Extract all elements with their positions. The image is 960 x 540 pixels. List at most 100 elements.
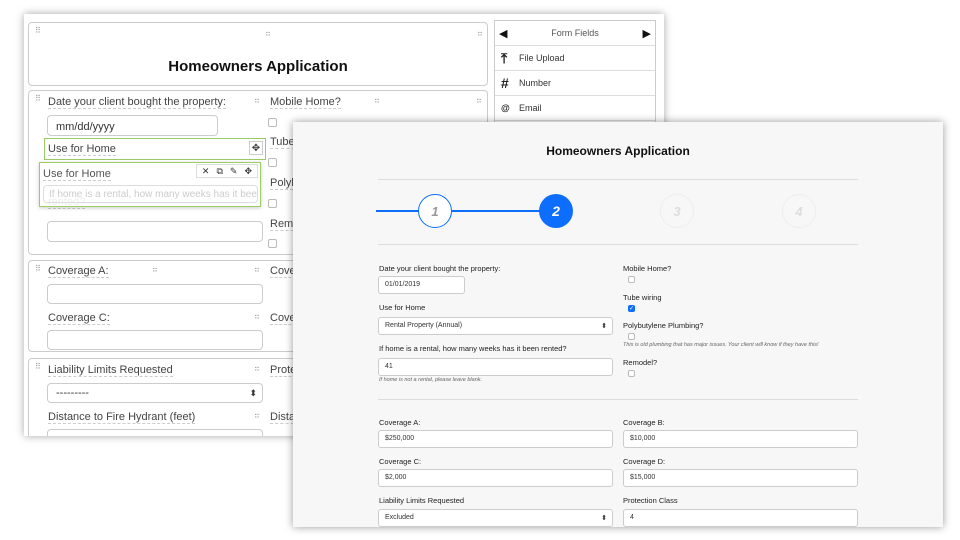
panel-header: ◀ Form Fields ▶: [495, 21, 655, 46]
field-file-upload[interactable]: ⤒ File Upload: [495, 46, 655, 71]
drag-handle-icon[interactable]: ⠶: [254, 411, 260, 420]
coverage-a-input[interactable]: [47, 284, 263, 304]
move-icon[interactable]: ✥: [249, 141, 263, 155]
poly-checkbox[interactable]: [628, 333, 635, 340]
protection-label: Protection Class: [623, 496, 678, 505]
coverage-d-label[interactable]: Cove: [270, 312, 296, 325]
drag-label: Use for Home: [43, 168, 111, 181]
coverage-d-input[interactable]: $15,000: [623, 469, 858, 487]
field-label: File Upload: [519, 53, 565, 63]
remodel-label: Remodel?: [623, 358, 658, 367]
drag-handle-icon[interactable]: ⠶: [254, 312, 260, 321]
mobile-label: Mobile Home?: [623, 264, 672, 273]
use-label: Use for Home: [379, 303, 426, 312]
date-input[interactable]: 01/01/2019: [378, 276, 465, 294]
coverage-b-input[interactable]: $10,000: [623, 430, 858, 448]
poly-label: Polybutylene Plumbing?: [623, 321, 704, 330]
coverage-d-label: Coverage D:: [623, 457, 666, 466]
coverage-a-label: Coverage A:: [379, 418, 421, 427]
title-block[interactable]: ⠿ ⠶ ⠶ Homeowners Application: [28, 22, 488, 86]
hydrant-input[interactable]: [47, 429, 263, 436]
mobile-checkbox[interactable]: [628, 276, 635, 283]
step-3[interactable]: 3: [660, 194, 694, 228]
liability-label: Liability Limits Requested: [379, 496, 465, 505]
use-value: Rental Property (Annual): [385, 322, 463, 329]
coverage-a-input[interactable]: $250,000: [378, 430, 613, 448]
dragged-field[interactable]: Use for Home ✕ ⧉ ✎ ✥ If home is a rental, h…: [39, 162, 261, 207]
builder-title: Homeowners Application: [168, 58, 348, 75]
select-arrow-icon: ⬍: [601, 323, 607, 330]
rental-help: If home is not a rental, please leave bl…: [379, 377, 483, 383]
drag-handle-icon[interactable]: ⠶: [476, 96, 482, 105]
field-label: Number: [519, 78, 552, 88]
coverage-b-label[interactable]: Cove: [270, 265, 296, 278]
liability-value: Excluded: [385, 514, 414, 521]
poly-checkbox[interactable]: [268, 199, 277, 208]
step-2-current[interactable]: 2: [539, 194, 573, 228]
prev-arrow-icon[interactable]: ◀: [499, 27, 507, 40]
delete-icon[interactable]: ✕: [202, 166, 210, 177]
select-arrow-icon: ⬍: [249, 388, 257, 398]
coverage-c-input[interactable]: [47, 330, 263, 350]
next-arrow-icon[interactable]: ▶: [643, 27, 651, 40]
date-label[interactable]: Date your client bought the property:: [48, 96, 226, 109]
coverage-b-label: Coverage B:: [623, 418, 665, 427]
field-label: Email: [519, 103, 542, 113]
date-input[interactable]: mm/dd/yyyy: [47, 115, 218, 136]
form-title: Homeowners Application: [546, 144, 690, 158]
move-icon[interactable]: ✥: [244, 166, 252, 177]
hydrant-label[interactable]: Distance to Fire Hydrant (feet): [48, 411, 196, 424]
mobile-checkbox[interactable]: [268, 118, 277, 127]
coverage-c-input[interactable]: $2,000: [378, 469, 613, 487]
coverage-c-label[interactable]: Coverage C:: [48, 312, 110, 325]
drag-handle-icon[interactable]: ⠿: [35, 26, 41, 35]
field-number[interactable]: # Number: [495, 71, 655, 96]
drag-handle-icon[interactable]: ⠶: [477, 29, 483, 38]
rental-input[interactable]: 41: [378, 358, 613, 376]
field-email[interactable]: @ Email: [495, 96, 655, 121]
use-label: Use for Home: [48, 143, 116, 156]
drag-handle-icon[interactable]: ⠶: [265, 29, 271, 38]
at-icon: @: [501, 103, 510, 113]
upload-icon: ⤒: [501, 49, 508, 66]
divider: [378, 179, 858, 180]
tube-label: Tube wiring: [623, 293, 662, 302]
step-1[interactable]: 1: [418, 194, 452, 228]
mobile-label[interactable]: Mobile Home?: [270, 96, 341, 109]
drag-handle-icon[interactable]: ⠶: [254, 364, 260, 373]
step-4[interactable]: 4: [782, 194, 816, 228]
divider: [378, 244, 858, 245]
drag-handle-icon[interactable]: ⠶: [152, 265, 158, 274]
remodel-checkbox[interactable]: [628, 370, 635, 377]
rental-input[interactable]: [47, 221, 263, 242]
rental-label-ghost: If home is a rental, how many weeks has …: [43, 185, 258, 203]
liability-select[interactable]: Excluded ⬍: [378, 509, 613, 527]
drag-handle-icon[interactable]: ⠶: [254, 96, 260, 105]
liability-label[interactable]: Liability Limits Requested: [48, 364, 173, 377]
progress-line: [376, 210, 556, 212]
drag-handle-icon[interactable]: ⠿: [35, 362, 41, 371]
protection-input[interactable]: 4: [623, 509, 858, 527]
drag-handle-icon[interactable]: ⠿: [35, 264, 41, 273]
tube-checkbox-checked[interactable]: ✓: [628, 305, 635, 312]
drag-handle-icon[interactable]: ⠿: [35, 94, 41, 103]
tube-label[interactable]: Tube: [270, 136, 295, 149]
liability-select[interactable]: --------- ⬍: [47, 383, 263, 403]
panel-title: Form Fields: [551, 28, 599, 38]
remodel-checkbox[interactable]: [268, 239, 277, 248]
form-fields-panel: ◀ Form Fields ▶ ⤒ File Upload # Number @ Em…: [494, 20, 656, 130]
poly-help: This is old plumbing that has major issu…: [623, 342, 819, 348]
tube-checkbox[interactable]: [268, 158, 277, 167]
form-preview-window: Homeowners Application 1 2 3 4 Date your…: [293, 122, 943, 527]
coverage-a-label[interactable]: Coverage A:: [48, 265, 109, 278]
copy-icon[interactable]: ⧉: [216, 166, 222, 177]
drag-handle-icon[interactable]: ⠶: [254, 265, 260, 274]
hash-icon: #: [501, 75, 509, 91]
coverage-c-label: Coverage C:: [379, 457, 422, 466]
select-arrow-icon: ⬍: [601, 515, 607, 522]
drag-handle-icon[interactable]: ⠶: [374, 96, 380, 105]
use-field-selected[interactable]: Use for Home ✥: [44, 138, 266, 160]
use-select[interactable]: Rental Property (Annual) ⬍: [378, 317, 613, 335]
liability-value: ---------: [56, 387, 89, 399]
edit-icon[interactable]: ✎: [230, 166, 238, 177]
